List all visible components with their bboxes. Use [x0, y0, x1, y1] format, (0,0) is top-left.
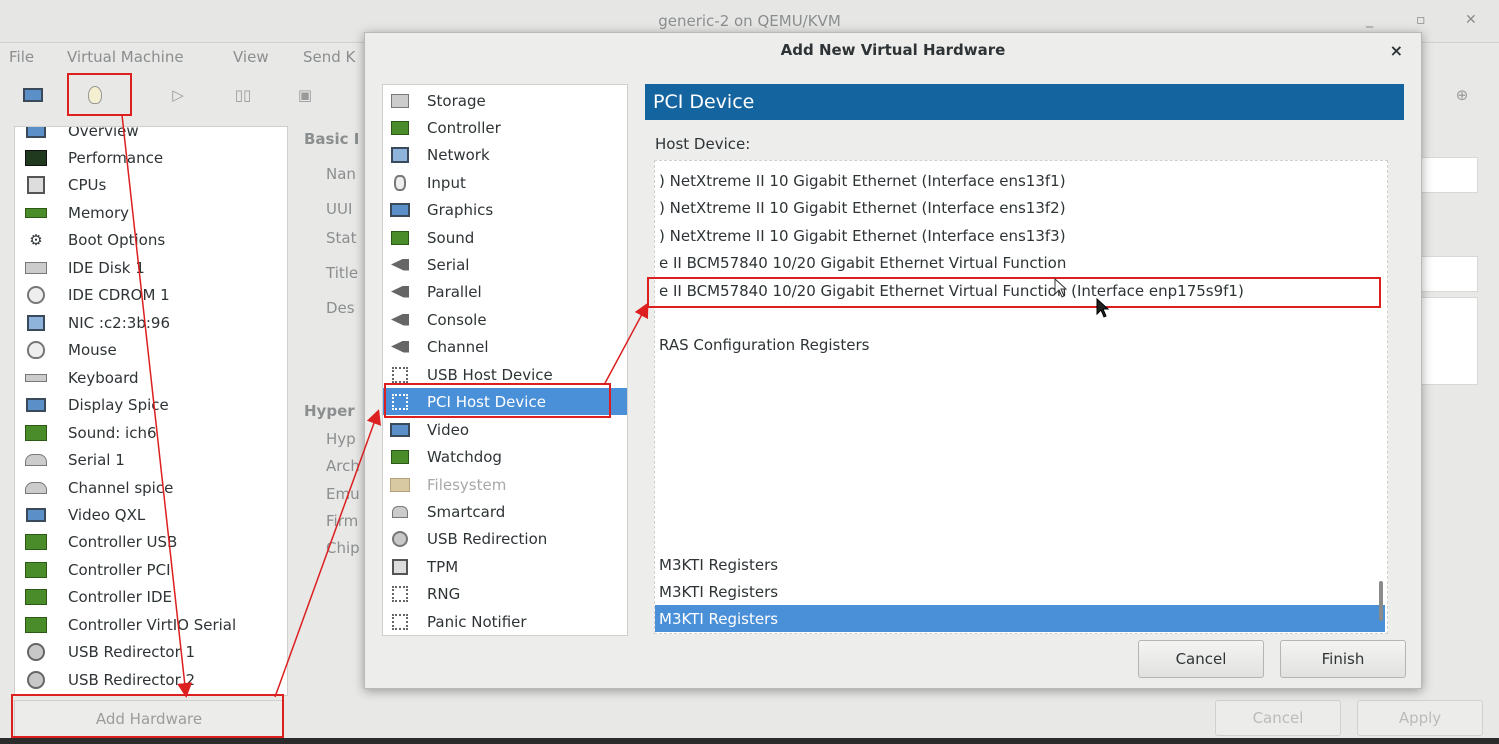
arrow-add-to-pci: [274, 409, 381, 698]
pointer-cursor-icon: [1054, 278, 1068, 298]
arrow-details-to-add: [121, 114, 193, 698]
pointer-cursor-icon: [1096, 298, 1110, 318]
arrow-pci-to-device: [603, 302, 649, 386]
annotation-arrows: [121, 114, 649, 698]
